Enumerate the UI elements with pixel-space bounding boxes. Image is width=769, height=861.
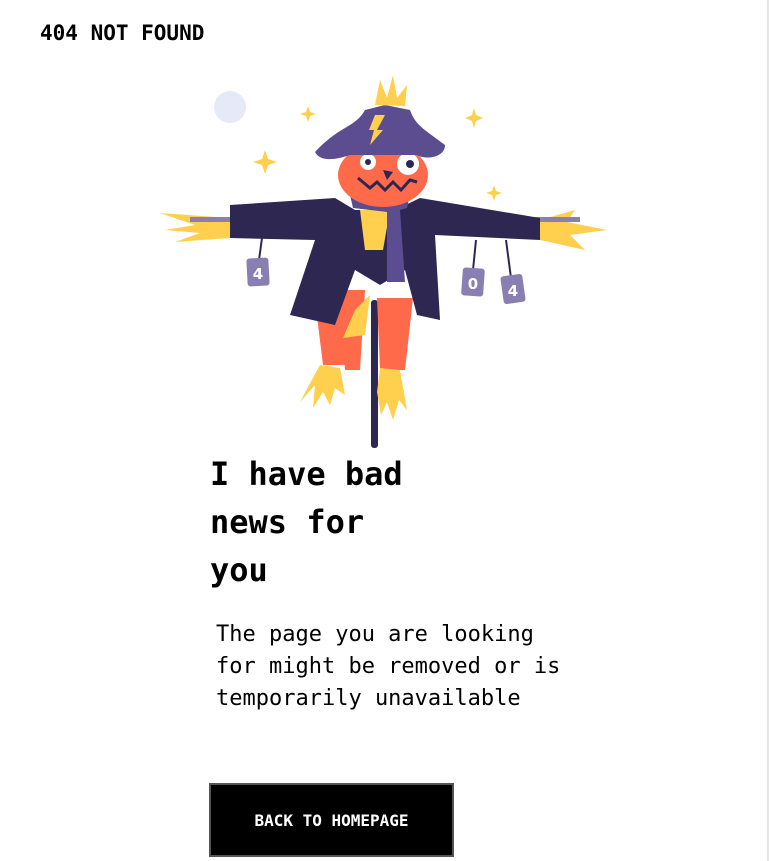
page-status-label: 404 NOT FOUND [40, 21, 205, 45]
svg-text:4: 4 [253, 265, 263, 283]
straw-hand-right [540, 210, 607, 250]
back-to-homepage-button[interactable]: BACK TO HOMEPAGE [209, 783, 454, 857]
moon-icon [214, 91, 246, 123]
can-icon: 4 [500, 273, 526, 305]
error-message: The page you are looking for might be re… [216, 622, 561, 711]
scarecrow-leg-right [377, 298, 413, 370]
svg-text:0: 0 [468, 275, 478, 293]
page-headline: I have bad news for you [210, 455, 403, 589]
scarecrow-illustration: 4 0 4 [160, 75, 607, 448]
scarecrow-pole [371, 300, 378, 448]
can-icon: 4 [246, 257, 270, 287]
can-icon: 0 [461, 267, 485, 297]
svg-text:4: 4 [508, 282, 518, 300]
